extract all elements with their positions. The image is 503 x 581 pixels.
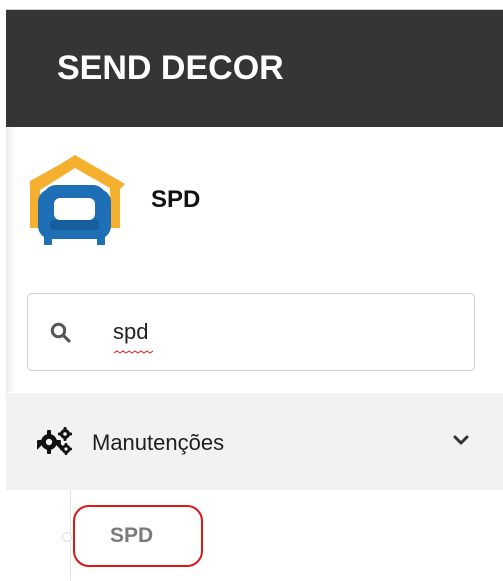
brand-title[interactable]: SEND DECOR: [57, 46, 284, 90]
profile-name: SPD: [151, 186, 201, 213]
search-icon[interactable]: [49, 321, 73, 345]
search-box[interactable]: [27, 293, 475, 371]
armchair-house-logo-icon[interactable]: [26, 150, 128, 248]
menu-group-label: Manutenções: [92, 430, 225, 455]
sidebar-edge-shadow: [6, 127, 16, 392]
app-window: SEND DECOR SPD spd Manutenções SPD: [0, 0, 503, 581]
chevron-down-icon[interactable]: [453, 433, 469, 445]
search-input[interactable]: [113, 313, 453, 351]
submenu: SPD: [6, 490, 503, 581]
submenu-bullet-icon: [62, 532, 72, 542]
submenu-item-label: SPD: [110, 524, 154, 547]
gears-icon: [34, 426, 73, 456]
submenu-item-spd[interactable]: SPD: [73, 505, 203, 567]
menu-group-manutencoes[interactable]: Manutenções: [6, 393, 503, 490]
app-header: SEND DECOR: [6, 9, 503, 127]
spellcheck-underline: [114, 350, 154, 354]
